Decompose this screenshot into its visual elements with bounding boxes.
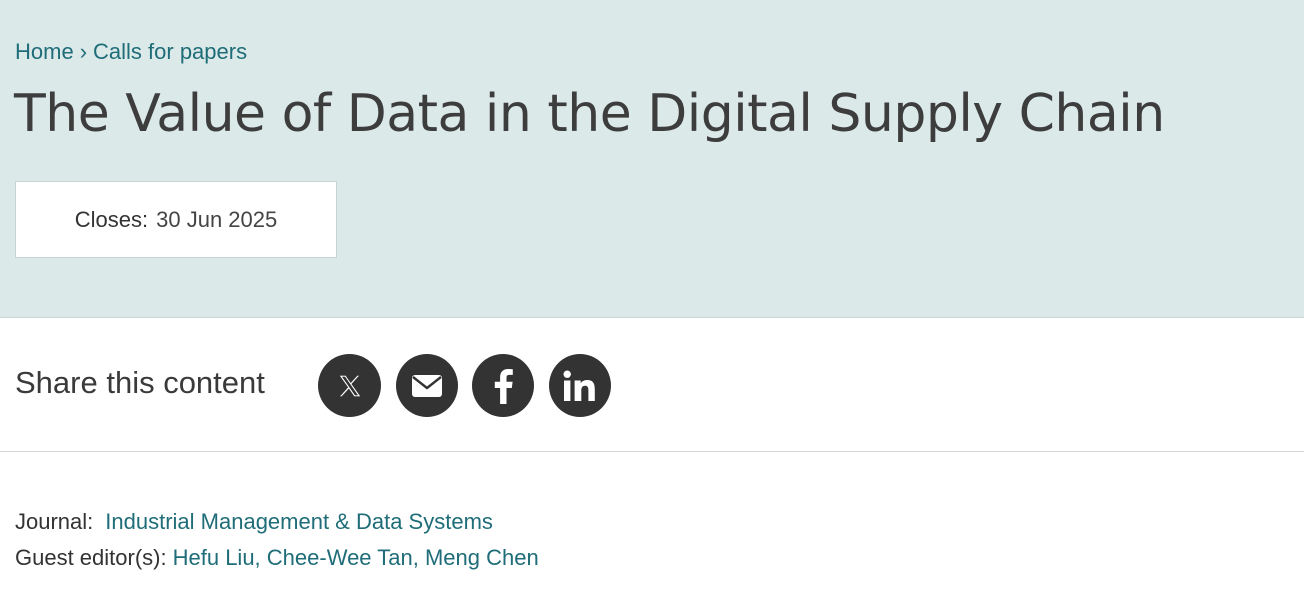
share-facebook-button[interactable] bbox=[472, 354, 534, 417]
breadcrumb: Home › Calls for papers bbox=[15, 38, 247, 66]
linkedin-icon bbox=[563, 370, 597, 402]
breadcrumb-home-link[interactable]: Home bbox=[15, 39, 74, 64]
call-metadata: Journal: Industrial Management & Data Sys… bbox=[15, 504, 539, 576]
share-label: Share this content bbox=[15, 365, 265, 400]
hero-banner: Home › Calls for papers The Value of Data … bbox=[0, 0, 1304, 318]
share-email-button[interactable] bbox=[396, 354, 458, 417]
guest-editors-link[interactable]: Hefu Liu, Chee-Wee Tan, Meng Chen bbox=[173, 545, 539, 570]
guest-editors-row: Guest editor(s): Hefu Liu, Chee-Wee Tan, … bbox=[15, 540, 539, 576]
x-icon bbox=[336, 372, 364, 400]
facebook-icon bbox=[492, 368, 514, 404]
closes-label: Closes: bbox=[74, 206, 149, 232]
share-section: Share this content bbox=[0, 318, 1304, 452]
breadcrumb-calls-for-papers-link[interactable]: Calls for papers bbox=[93, 39, 247, 64]
page-title: The Value of Data in the Digital Supply … bbox=[14, 84, 1165, 144]
guest-editors-label: Guest editor(s): bbox=[15, 545, 167, 570]
journal-link[interactable]: Industrial Management & Data Systems bbox=[105, 509, 493, 534]
email-icon bbox=[411, 374, 443, 398]
journal-row: Journal: Industrial Management & Data Sys… bbox=[15, 504, 539, 540]
closes-box: Closes: 30 Jun 2025 bbox=[15, 181, 337, 258]
share-linkedin-button[interactable] bbox=[549, 354, 611, 417]
closes-date: 30 Jun 2025 bbox=[156, 206, 278, 232]
breadcrumb-separator: › bbox=[79, 39, 88, 64]
journal-label: Journal: bbox=[15, 509, 94, 534]
share-x-button[interactable] bbox=[318, 354, 381, 417]
